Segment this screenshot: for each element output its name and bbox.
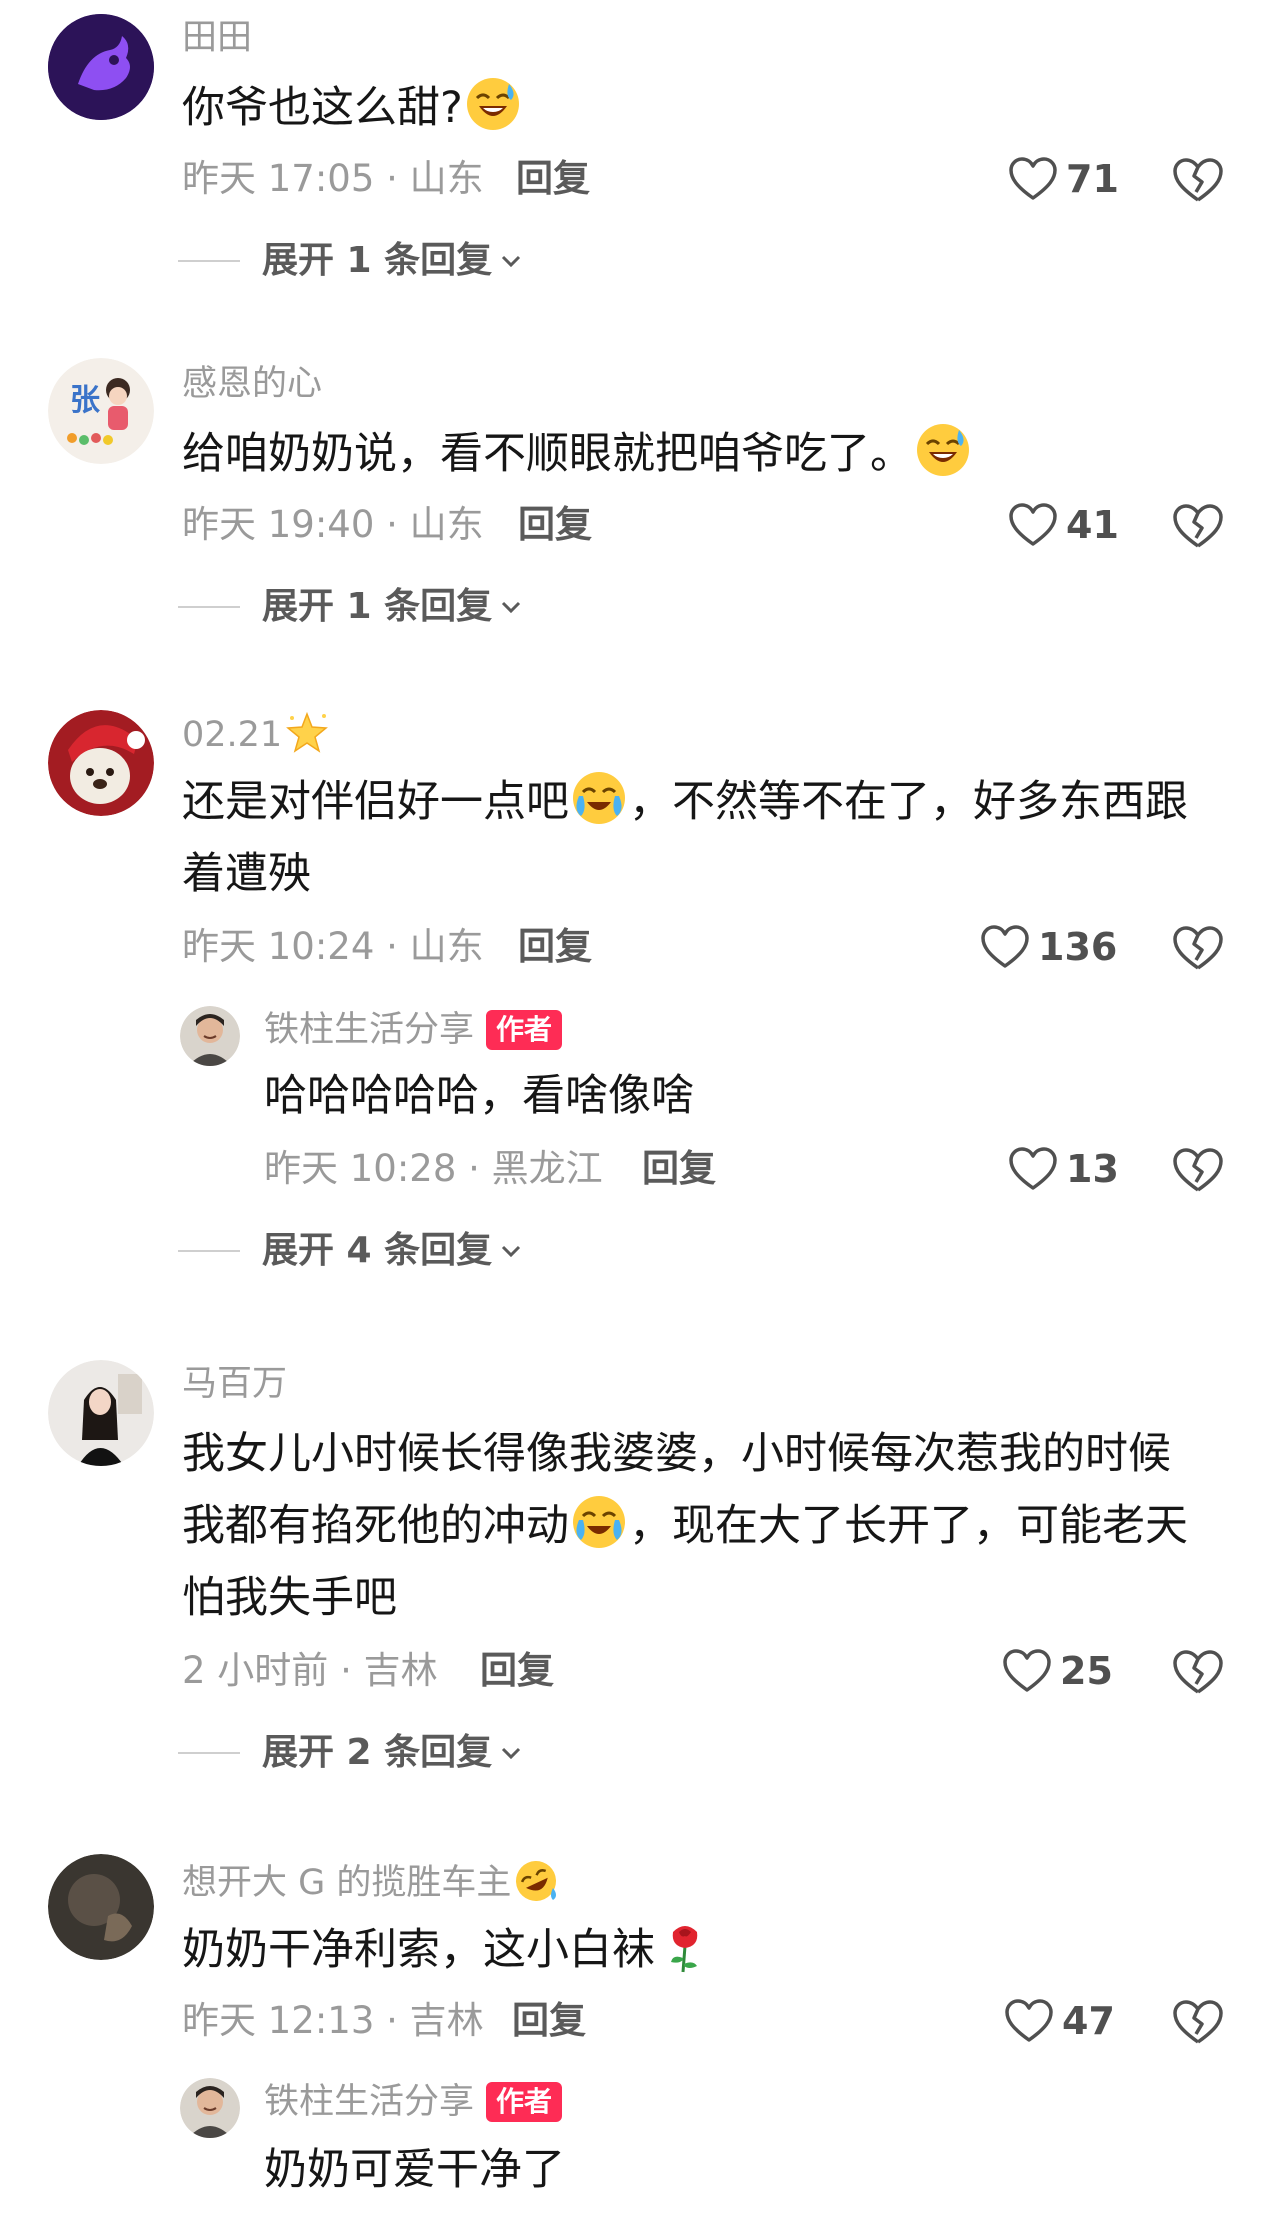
like-count: 136 bbox=[1038, 925, 1118, 969]
reply-button[interactable]: 回复 bbox=[642, 1144, 716, 1194]
heart-icon bbox=[1008, 502, 1058, 548]
comment-text-line: 着遭殃 bbox=[182, 849, 311, 899]
expand-replies-button[interactable]: 展开 1 条回复 bbox=[178, 582, 524, 632]
dislike-button[interactable] bbox=[1172, 502, 1224, 550]
avatar[interactable] bbox=[48, 710, 154, 816]
username[interactable]: 02.21 bbox=[182, 710, 332, 757]
expand-replies-button[interactable]: 展开 2 条回复 bbox=[178, 1728, 524, 1778]
broken-heart-icon bbox=[1173, 926, 1223, 970]
avatar[interactable] bbox=[180, 2078, 240, 2138]
divider-line bbox=[178, 606, 240, 608]
dislike-button[interactable] bbox=[1172, 1998, 1224, 2046]
like-button[interactable]: 13 bbox=[1008, 1142, 1119, 1196]
avatar[interactable] bbox=[48, 1360, 154, 1466]
heart-icon bbox=[1004, 1998, 1054, 2044]
svg-text:张: 张 bbox=[70, 383, 100, 418]
dislike-button[interactable] bbox=[1172, 156, 1224, 204]
like-button[interactable]: 41 bbox=[1008, 498, 1119, 552]
chevron-down-icon bbox=[502, 601, 521, 614]
broken-heart-icon bbox=[1173, 158, 1223, 202]
comment-text: 给咱奶奶说，看不顺眼就把咱爷吃了。 bbox=[182, 418, 973, 490]
rose-emoji bbox=[657, 1918, 713, 1974]
heart-icon bbox=[1008, 1146, 1058, 1192]
reply-time-location: 昨天 10:28 · 黑龙江 bbox=[264, 1147, 603, 1190]
comment-text-line: 我都有掐死他的冲动 ，现在大了长开了，可能老天 bbox=[182, 1490, 1188, 1562]
like-button[interactable]: 136 bbox=[980, 920, 1117, 974]
username[interactable]: 田田 bbox=[182, 16, 252, 60]
avatar[interactable] bbox=[48, 14, 154, 120]
avatar[interactable] bbox=[180, 1006, 240, 1066]
like-count: 71 bbox=[1066, 157, 1119, 201]
broken-heart-icon bbox=[1173, 1650, 1223, 1694]
crying-emoji bbox=[571, 1494, 627, 1550]
expand-replies-button[interactable]: 展开 1 条回复 bbox=[178, 236, 524, 286]
chevron-down-icon bbox=[502, 1747, 521, 1760]
divider-line bbox=[178, 260, 240, 262]
broken-heart-icon bbox=[1173, 1148, 1223, 1192]
reply-button[interactable]: 回复 bbox=[512, 1996, 586, 2046]
expand-replies-button[interactable]: 展开 4 条回复 bbox=[178, 1226, 524, 1276]
author-badge: 作者 bbox=[486, 2082, 563, 2122]
star-emoji bbox=[284, 710, 330, 756]
divider-line bbox=[178, 1250, 240, 1252]
comment-text-line: 怕我失手吧 bbox=[182, 1573, 397, 1623]
like-button[interactable]: 25 bbox=[1002, 1644, 1113, 1698]
username[interactable]: 想开大 G 的揽胜车主 bbox=[182, 1858, 561, 1905]
heart-icon bbox=[980, 924, 1030, 970]
rofl-emoji bbox=[513, 1858, 559, 1904]
comment-time-location: 昨天 17:05 · 山东 bbox=[182, 157, 484, 200]
comment-text: 你爷也这么甜? bbox=[182, 72, 523, 144]
heart-icon bbox=[1002, 1648, 1052, 1694]
like-button[interactable]: 71 bbox=[1008, 152, 1119, 206]
comment-time-location: 昨天 10:24 · 山东 bbox=[182, 925, 484, 968]
grinning-sweat-emoji bbox=[915, 422, 971, 478]
comment-time-location: 2 小时前 · 吉林 bbox=[182, 1649, 438, 1692]
reply-button[interactable]: 回复 bbox=[518, 500, 592, 550]
comment-text-line: 我女儿小时候长得像我婆婆，小时候每次惹我的时候 bbox=[182, 1429, 1171, 1479]
reply-button[interactable]: 回复 bbox=[480, 1646, 554, 1696]
author-badge: 作者 bbox=[486, 1010, 563, 1050]
reply-button[interactable]: 回复 bbox=[516, 154, 590, 204]
comment-time-location: 昨天 12:13 · 吉林 bbox=[182, 1999, 484, 2042]
comment-text: 奶奶干净利索，这小白袜 bbox=[182, 1914, 715, 1986]
username[interactable]: 马百万 bbox=[182, 1362, 287, 1406]
chevron-down-icon bbox=[502, 255, 521, 268]
reply-text: 奶奶可爱干净了 bbox=[264, 2145, 565, 2195]
reply-username[interactable]: 铁柱生活分享 作者 bbox=[264, 1008, 563, 1052]
reply-button[interactable]: 回复 bbox=[518, 922, 592, 972]
avatar[interactable] bbox=[48, 1854, 154, 1960]
comment-time-location: 昨天 19:40 · 山东 bbox=[182, 503, 484, 546]
comment-text: 还是对伴侣好一点吧 ，不然等不在了，好多东西跟 bbox=[182, 766, 1188, 838]
crying-emoji bbox=[571, 770, 627, 826]
dislike-button[interactable] bbox=[1172, 1146, 1224, 1194]
like-count: 13 bbox=[1066, 1147, 1119, 1191]
dislike-button[interactable] bbox=[1172, 1648, 1224, 1696]
divider-line bbox=[178, 1752, 240, 1754]
avatar[interactable]: 张 bbox=[48, 358, 154, 464]
username[interactable]: 感恩的心 bbox=[182, 362, 322, 406]
reply-username[interactable]: 铁柱生活分享 作者 bbox=[264, 2080, 563, 2124]
broken-heart-icon bbox=[1173, 2000, 1223, 2044]
dislike-button[interactable] bbox=[1172, 924, 1224, 972]
broken-heart-icon bbox=[1173, 504, 1223, 548]
like-button[interactable]: 47 bbox=[1004, 1994, 1115, 2048]
chevron-down-icon bbox=[502, 1245, 521, 1258]
heart-icon bbox=[1008, 156, 1058, 202]
reply-text: 哈哈哈哈哈，看啥像啥 bbox=[264, 1071, 694, 1121]
like-count: 25 bbox=[1060, 1649, 1113, 1693]
like-count: 41 bbox=[1066, 503, 1119, 547]
like-count: 47 bbox=[1062, 1999, 1115, 2043]
grinning-sweat-emoji bbox=[465, 76, 521, 132]
